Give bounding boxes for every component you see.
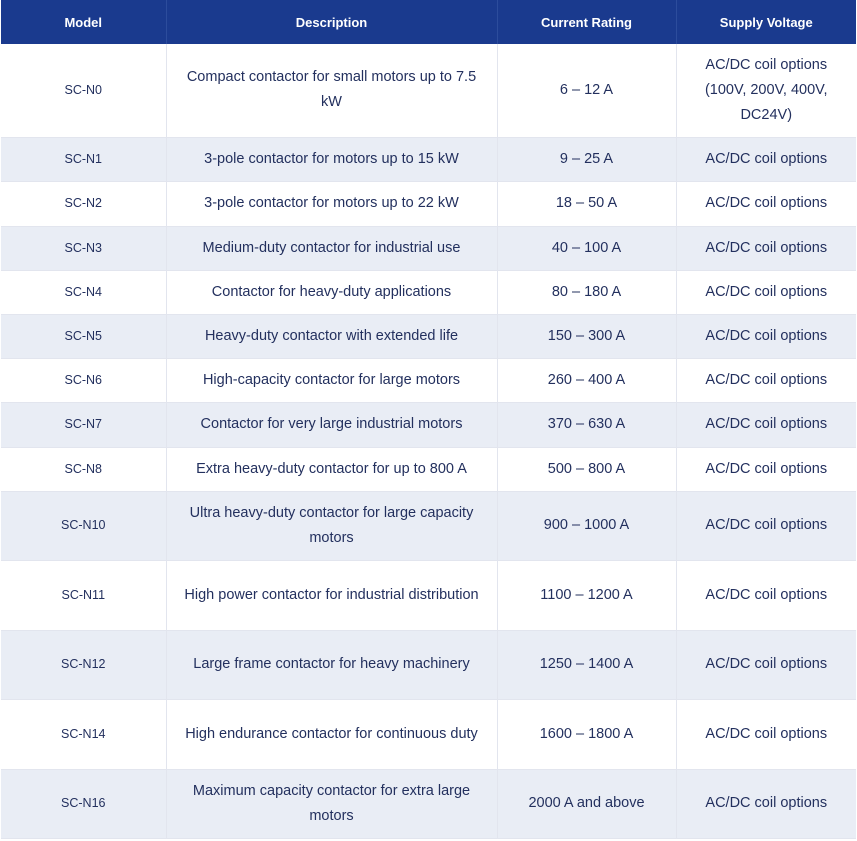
description-cell: Compact contactor for small motors up to… — [166, 44, 498, 138]
current-rating-cell: 6 – 12 A — [497, 44, 677, 138]
model-cell: SC-N16 — [1, 769, 167, 839]
supply-voltage-cell: AC/DC coil options — [676, 560, 856, 631]
description-cell: Large frame contactor for heavy machiner… — [166, 630, 498, 700]
table-row: SC-N6 High-capacity contactor for large m… — [1, 358, 856, 403]
supply-voltage-cell: AC/DC coil options — [676, 181, 856, 227]
current-rating-cell: 150 – 300 A — [497, 314, 677, 359]
table-row: SC-N14 High endurance contactor for conti… — [1, 699, 856, 770]
column-header-model: Model — [1, 0, 167, 44]
table-row: SC-N5 Heavy-duty contactor with extended … — [1, 314, 856, 359]
table-row: SC-N2 3-pole contactor for motors up to 2… — [1, 181, 856, 227]
table-row: SC-N0 Compact contactor for small motors … — [1, 44, 856, 138]
description-cell: Heavy-duty contactor with extended life — [166, 314, 498, 359]
column-header-current-rating: Current Rating — [497, 0, 677, 44]
model-cell: SC-N1 — [1, 137, 167, 182]
contactor-spec-table: Model Description Current Rating Supply … — [1, 0, 856, 839]
table-row: SC-N10 Ultra heavy-duty contactor for lar… — [1, 491, 856, 561]
supply-voltage-cell: AC/DC coil options — [676, 447, 856, 492]
model-cell: SC-N5 — [1, 314, 167, 359]
description-cell: Contactor for very large industrial moto… — [166, 402, 498, 448]
column-header-supply-voltage: Supply Voltage — [676, 0, 856, 44]
description-cell: High endurance contactor for continuous … — [166, 699, 498, 770]
model-cell: SC-N11 — [1, 560, 167, 631]
supply-voltage-cell: AC/DC coil options — [676, 358, 856, 403]
current-rating-cell: 900 – 1000 A — [497, 491, 677, 561]
current-rating-cell: 80 – 180 A — [497, 270, 677, 315]
current-rating-cell: 18 – 50 A — [497, 181, 677, 227]
description-cell: Contactor for heavy-duty applications — [166, 270, 498, 315]
current-rating-cell: 40 – 100 A — [497, 226, 677, 271]
supply-voltage-cell: AC/DC coil options — [676, 630, 856, 700]
description-cell: Extra heavy-duty contactor for up to 800… — [166, 447, 498, 492]
table-header: Model Description Current Rating Supply … — [1, 0, 856, 44]
description-cell: Ultra heavy-duty contactor for large cap… — [166, 491, 498, 561]
current-rating-cell: 260 – 400 A — [497, 358, 677, 403]
contactor-spec-table-container: Model Description Current Rating Supply … — [1, 0, 856, 839]
model-cell: SC-N14 — [1, 699, 167, 770]
supply-voltage-cell: AC/DC coil options — [676, 769, 856, 839]
current-rating-cell: 370 – 630 A — [497, 402, 677, 448]
supply-voltage-cell: AC/DC coil options — [676, 402, 856, 448]
model-cell: SC-N4 — [1, 270, 167, 315]
description-cell: 3-pole contactor for motors up to 22 kW — [166, 181, 498, 227]
current-rating-cell: 1100 – 1200 A — [497, 560, 677, 631]
description-cell: Medium-duty contactor for industrial use — [166, 226, 498, 271]
table-row: SC-N7 Contactor for very large industrial… — [1, 402, 856, 448]
description-cell: Maximum capacity contactor for extra lar… — [166, 769, 498, 839]
model-cell: SC-N10 — [1, 491, 167, 561]
supply-voltage-cell: AC/DC coil options — [676, 226, 856, 271]
current-rating-cell: 2000 A and above — [497, 769, 677, 839]
supply-voltage-cell: AC/DC coil options — [676, 270, 856, 315]
description-cell: 3-pole contactor for motors up to 15 kW — [166, 137, 498, 182]
table-row: SC-N1 3-pole contactor for motors up to 1… — [1, 137, 856, 182]
table-row: SC-N12 Large frame contactor for heavy ma… — [1, 630, 856, 700]
model-cell: SC-N8 — [1, 447, 167, 492]
model-cell: SC-N6 — [1, 358, 167, 403]
current-rating-cell: 500 – 800 A — [497, 447, 677, 492]
description-cell: High power contactor for industrial dist… — [166, 560, 498, 631]
table-row: SC-N16 Maximum capacity contactor for ext… — [1, 769, 856, 839]
supply-voltage-cell: AC/DC coil options — [676, 137, 856, 182]
table-row: SC-N8 Extra heavy-duty contactor for up t… — [1, 447, 856, 492]
header-row: Model Description Current Rating Supply … — [1, 0, 856, 44]
table-row: SC-N4 Contactor for heavy-duty applicatio… — [1, 270, 856, 315]
model-cell: SC-N7 — [1, 402, 167, 448]
table-row: SC-N11 High power contactor for industria… — [1, 560, 856, 631]
current-rating-cell: 9 – 25 A — [497, 137, 677, 182]
model-cell: SC-N2 — [1, 181, 167, 227]
model-cell: SC-N3 — [1, 226, 167, 271]
supply-voltage-cell: AC/DC coil options (100V, 200V, 400V, DC… — [676, 44, 856, 138]
model-cell: SC-N12 — [1, 630, 167, 700]
supply-voltage-cell: AC/DC coil options — [676, 699, 856, 770]
supply-voltage-cell: AC/DC coil options — [676, 491, 856, 561]
supply-voltage-cell: AC/DC coil options — [676, 314, 856, 359]
current-rating-cell: 1250 – 1400 A — [497, 630, 677, 700]
model-cell: SC-N0 — [1, 44, 167, 138]
column-header-description: Description — [166, 0, 498, 44]
current-rating-cell: 1600 – 1800 A — [497, 699, 677, 770]
table-body: SC-N0 Compact contactor for small motors … — [1, 44, 856, 839]
description-cell: High-capacity contactor for large motors — [166, 358, 498, 403]
table-row: SC-N3 Medium-duty contactor for industria… — [1, 226, 856, 271]
